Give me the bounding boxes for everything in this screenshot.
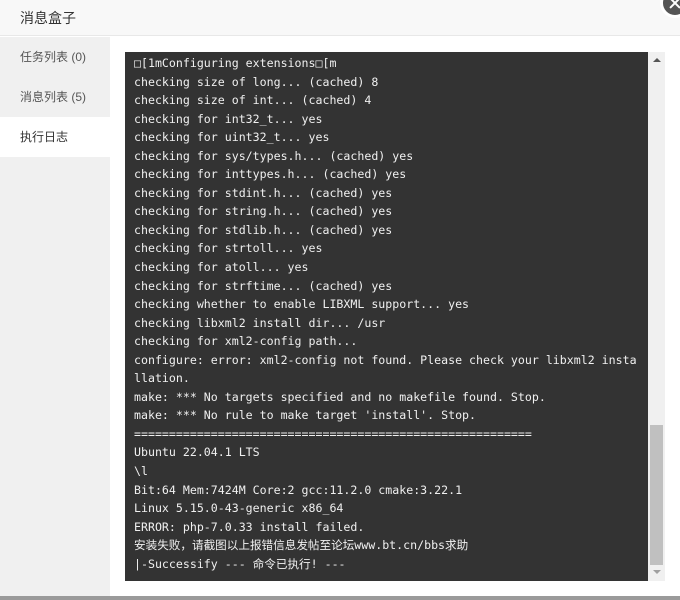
bottom-border <box>0 596 680 600</box>
tab-message-list[interactable]: 消息列表 (5) <box>0 77 110 117</box>
tab-execution-log[interactable]: 执行日志 <box>0 117 110 157</box>
dialog-header: 消息盒子 <box>0 0 680 36</box>
log-output-panel[interactable]: □[1mConfiguring extensions□[m checking si… <box>125 52 648 581</box>
log-text: □[1mConfiguring extensions□[m checking si… <box>125 52 648 573</box>
log-line: checking for inttypes.h... (cached) yes <box>134 167 407 182</box>
log-line: checking libxml2 install dir... /usr <box>134 315 386 330</box>
log-line: checking for sys/types.h... (cached) yes <box>134 148 414 163</box>
log-scrollbar[interactable] <box>648 52 665 581</box>
log-line: checking for strtoll... yes <box>134 241 323 256</box>
log-line: ========================================… <box>134 426 532 441</box>
log-line: \l <box>134 464 148 479</box>
tab-task-list[interactable]: 任务列表 (0) <box>0 37 110 77</box>
log-line: checking for atoll... yes <box>134 260 309 275</box>
log-line: checking for int32_t... yes <box>134 111 323 126</box>
log-line: Linux 5.15.0-43-generic x86_64 <box>134 501 344 516</box>
dialog-title: 消息盒子 <box>20 10 76 26</box>
log-line: checking for xml2-config path... <box>134 334 358 349</box>
log-line: Ubuntu 22.04.1 LTS <box>134 445 260 460</box>
sidebar: 任务列表 (0) 消息列表 (5) 执行日志 <box>0 37 110 597</box>
log-line: ERROR: php-7.0.33 install failed. <box>134 519 365 534</box>
log-line: |-Successify --- 命令已执行! --- <box>134 556 346 571</box>
scroll-up-arrow-icon[interactable] <box>648 52 665 69</box>
log-line: configure: error: xml2-config not found.… <box>134 352 637 386</box>
log-line: make: *** No rule to make target 'instal… <box>134 408 477 423</box>
scroll-thumb[interactable] <box>650 425 663 565</box>
log-line: □[1mConfiguring extensions□[m <box>134 56 337 70</box>
log-line: checking whether to enable LIBXML suppor… <box>134 297 470 312</box>
log-line: checking for stdint.h... (cached) yes <box>134 185 393 200</box>
log-line: 安装失败，请截图以上报错信息发帖至论坛www.bt.cn/bbs求助 <box>134 538 469 553</box>
log-line: checking for uint32_t... yes <box>134 130 330 145</box>
log-line: checking for stdlib.h... (cached) yes <box>134 222 393 237</box>
log-line: Bit:64 Mem:7424M Core:2 gcc:11.2.0 cmake… <box>134 482 463 497</box>
log-line: make: *** No targets specified and no ma… <box>134 389 546 404</box>
log-line: checking size of long... (cached) 8 <box>134 74 379 89</box>
log-line: checking for strftime... (cached) yes <box>134 278 393 293</box>
log-line: checking size of int... (cached) 4 <box>134 93 372 108</box>
log-line: checking for string.h... (cached) yes <box>134 204 393 219</box>
scroll-down-arrow-icon[interactable] <box>648 564 665 581</box>
